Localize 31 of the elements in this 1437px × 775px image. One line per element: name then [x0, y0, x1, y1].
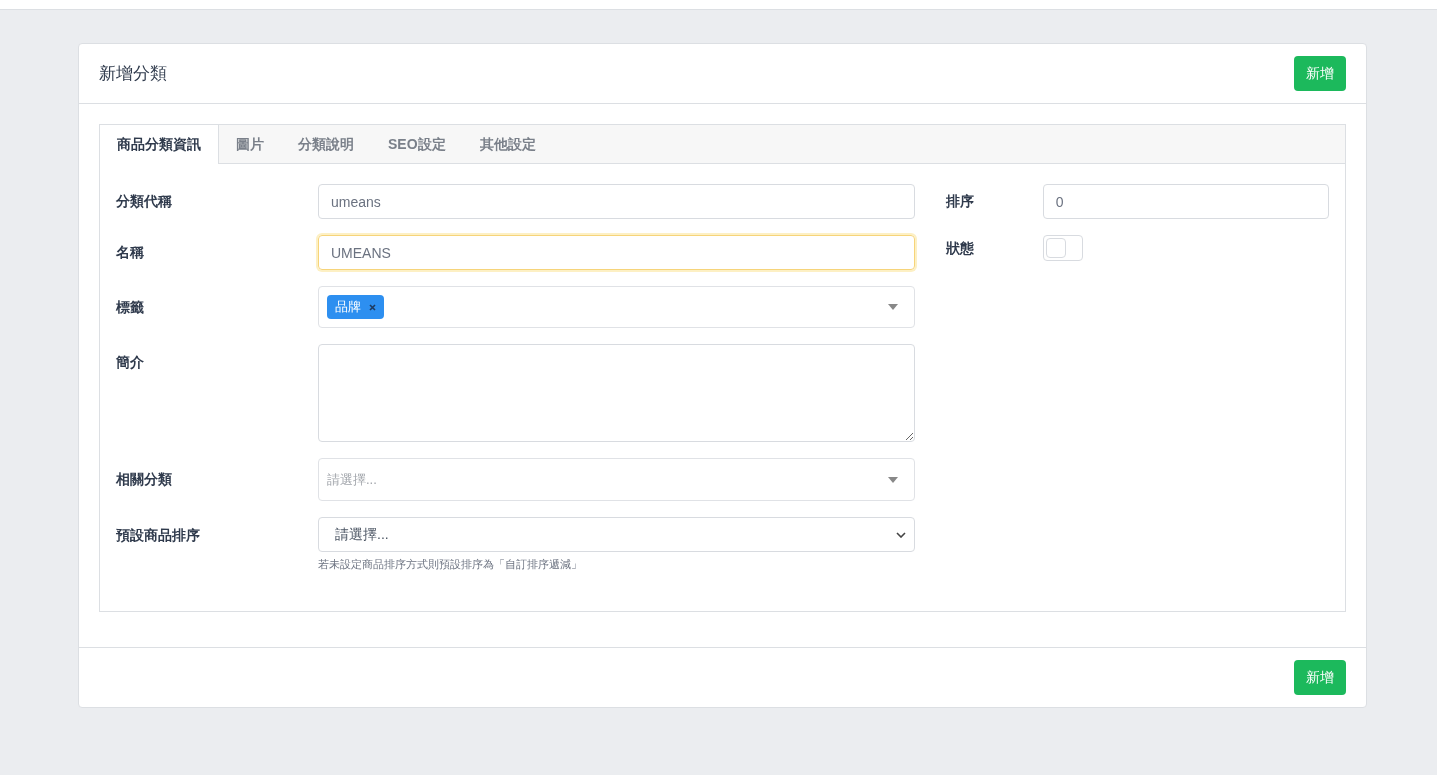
field-label: 相關分類 — [116, 470, 173, 489]
field-label: 名稱 — [116, 243, 145, 262]
add-button[interactable]: 新增 — [1294, 659, 1346, 695]
text-field[interactable]: umeans — [318, 184, 915, 219]
intro-textarea[interactable] — [318, 344, 915, 442]
tab[interactable]: 商品分類資訊 — [100, 125, 219, 164]
field-label: 分類代稱 — [116, 192, 173, 211]
help-text: 若未設定商品排序方式則預設排序為「自訂排序遞減」 — [318, 557, 583, 572]
tab[interactable]: 圖片 — [219, 125, 281, 164]
text-field[interactable]: 0 — [1042, 184, 1329, 219]
tab[interactable]: 其他設定 — [462, 125, 553, 164]
field-label: 簡介 — [116, 353, 145, 372]
field-label: 標籤 — [116, 297, 145, 317]
sort-select[interactable]: 請選擇... — [318, 517, 915, 552]
status-switch[interactable] — [1042, 235, 1083, 261]
chevron-down-icon — [895, 531, 906, 538]
add-button[interactable]: 新增 — [1294, 56, 1346, 91]
field-label: 排序 — [945, 192, 975, 211]
field-label: 狀態 — [945, 238, 975, 258]
tag-select[interactable]: 品牌 — [318, 286, 915, 328]
tab[interactable]: SEO設定 — [371, 125, 463, 164]
page-title: 新增分類 — [99, 62, 167, 85]
tag-chip: 品牌 — [327, 295, 384, 319]
text-field[interactable]: UMEANS — [318, 235, 915, 270]
field-label: 預設商品排序 — [116, 526, 201, 545]
caret-icon — [887, 304, 898, 310]
caret-icon — [887, 476, 898, 483]
close-icon[interactable] — [369, 303, 376, 311]
select-placeholder: 請選擇... — [327, 470, 378, 489]
multi-select[interactable]: 請選擇... — [318, 458, 915, 501]
tab[interactable]: 分類說明 — [281, 125, 371, 164]
